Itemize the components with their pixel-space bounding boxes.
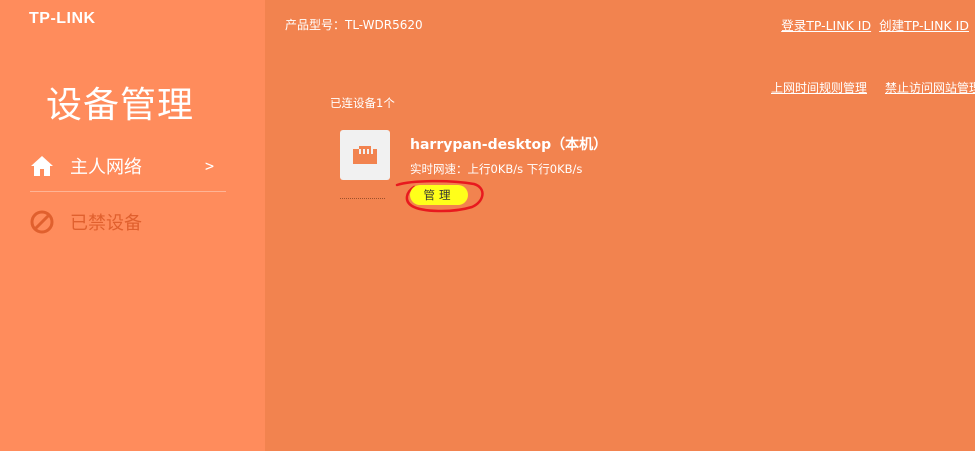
home-icon [30,154,54,178]
product-model: 产品型号：TL-WDR5620 [285,18,423,32]
login-tplink-id-link[interactable]: 登录TP-LINK ID [781,15,871,34]
sidebar-item-blocked-devices[interactable]: 已禁设备 [30,197,226,247]
device-rule-links: 上网时间规则管理 禁止访问网站管理 [771,79,975,96]
tplink-logo: TP-LINK [29,10,96,27]
time-rules-link[interactable]: 上网时间规则管理 [771,79,867,96]
blocked-sites-link[interactable]: 禁止访问网站管理 [885,79,975,96]
manage-button[interactable]: 管理 [410,185,468,205]
create-tplink-id-link[interactable]: 创建TP-LINK ID [879,15,969,34]
device-mac-placeholder [340,198,385,199]
sidebar-item-host-network[interactable]: 主人网络 > [30,141,226,192]
chevron-right-icon: > [204,157,214,175]
ethernet-port-icon [340,130,390,180]
device-name: harrypan-desktop（本机） [410,137,608,153]
device-speed: 实时网速：上行0KB/s 下行0KB/s [410,162,583,176]
account-links: 登录TP-LINK ID 创建TP-LINK ID [781,15,969,34]
connected-device-count: 已连设备1个 [330,96,395,110]
manage-button-wrapper: 管理 [392,176,487,216]
sidebar-item-label: 主人网络 [70,157,142,178]
sidebar-item-label: 已禁设备 [70,213,142,234]
sidebar: TP-LINK 设备管理 主人网络 > 已禁设备 [0,0,265,451]
forbidden-icon [30,210,54,234]
page-title: 设备管理 [46,85,195,126]
